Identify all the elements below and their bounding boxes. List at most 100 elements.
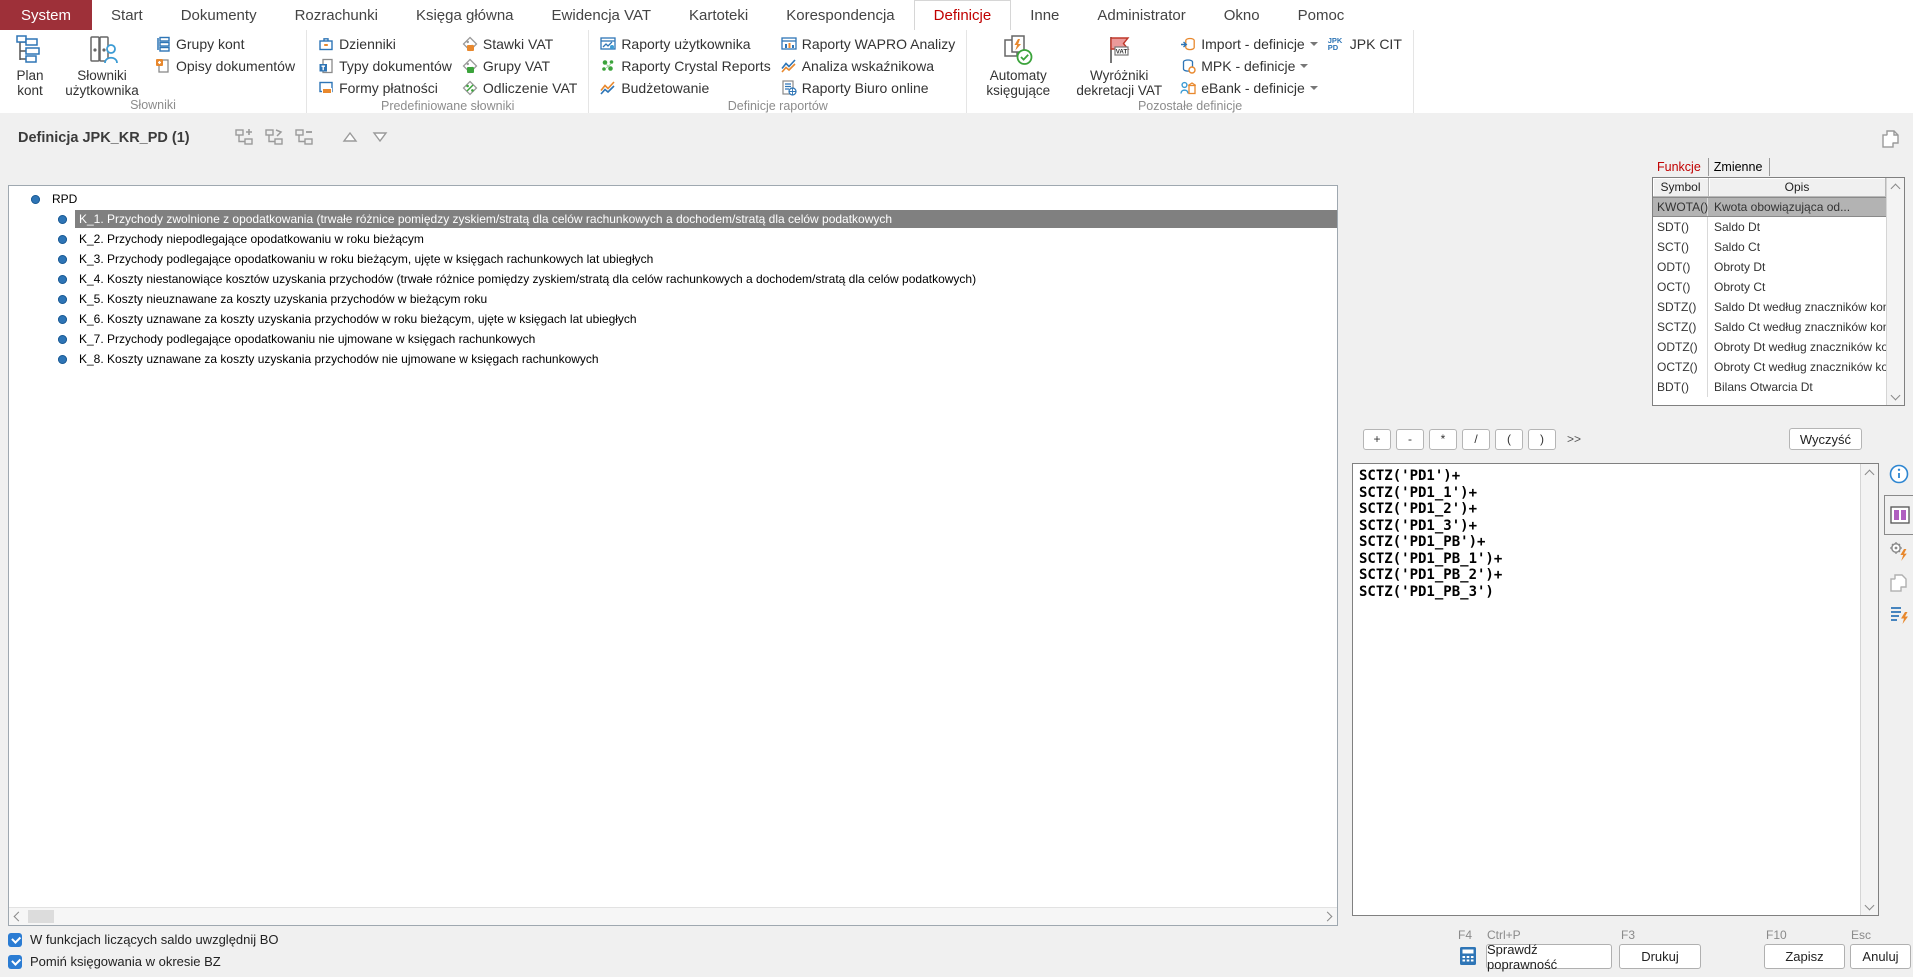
scroll-right-icon[interactable] <box>1320 908 1337 925</box>
tree-item-k8[interactable]: K_8. Koszty uznawane za koszty uzyskania… <box>9 349 1337 369</box>
operator-divide-button[interactable]: / <box>1462 429 1490 450</box>
tab-zmienne[interactable]: Zmienne <box>1709 158 1771 176</box>
ribbon-group-label: Definicje raportów <box>595 99 960 114</box>
tree-item-k7[interactable]: K_7. Przychody podlegające opodatkowaniu… <box>9 329 1337 349</box>
function-row-sdtz[interactable]: SDTZ() Saldo Dt według znaczników kont <box>1653 297 1886 317</box>
function-row-sct[interactable]: SCT() Saldo Ct <box>1653 237 1886 257</box>
tree-horizontal-scrollbar[interactable] <box>9 907 1337 925</box>
tab-dokumenty[interactable]: Dokumenty <box>162 0 276 30</box>
checkbox-uwzglednij-bo[interactable] <box>8 933 22 947</box>
stawki-vat-button[interactable]: Stawki VAT <box>462 33 577 55</box>
analiza-wskaznikowa-button[interactable]: Analiza wskaźnikowa <box>781 55 956 77</box>
function-row-sctz[interactable]: SCTZ() Saldo Ct według znaczników kont <box>1653 317 1886 337</box>
function-row-odt[interactable]: ODT() Obroty Dt <box>1653 257 1886 277</box>
dzienniki-button[interactable]: Dzienniki <box>318 33 452 55</box>
delete-node-button[interactable] <box>294 127 314 147</box>
scroll-left-icon[interactable] <box>9 908 26 925</box>
tree-item-k6[interactable]: K_6. Koszty uznawane za koszty uzyskania… <box>9 309 1337 329</box>
checkbox-label: Pomiń księgowania w okresie BZ <box>30 954 221 969</box>
automaty-ksiegujace-button[interactable]: Automaty księgujące <box>977 34 1059 98</box>
print-button[interactable]: Drukuj <box>1619 944 1701 969</box>
calculator-button[interactable] <box>1458 946 1478 966</box>
move-down-button[interactable] <box>370 127 390 147</box>
function-row-octz[interactable]: OCTZ() Obroty Ct według znaczników kont <box>1653 357 1886 377</box>
column-opis[interactable]: Opis <box>1709 178 1886 197</box>
odliczenie-vat-button[interactable]: Odliczenie VAT <box>462 77 577 99</box>
function-row-oct[interactable]: OCT() Obroty Ct <box>1653 277 1886 297</box>
mpk-definicje-button[interactable]: MPK - definicje <box>1180 55 1318 77</box>
tab-administrator[interactable]: Administrator <box>1078 0 1204 30</box>
typy-dokumentow-button[interactable]: Typy dokumentów <box>318 55 452 77</box>
column-symbol[interactable]: Symbol <box>1653 178 1709 197</box>
raporty-crystal-button[interactable]: Raporty Crystal Reports <box>600 55 770 77</box>
tab-definicje[interactable]: Definicje <box>914 0 1012 30</box>
function-row-bdt[interactable]: BDT() Bilans Otwarcia Dt <box>1653 377 1886 397</box>
import-definicje-button[interactable]: Import - definicje <box>1180 33 1318 55</box>
formy-platnosci-button[interactable]: Formy płatności <box>318 77 452 99</box>
opisy-dokumentow-button[interactable]: Opisy dokumentów <box>155 55 295 77</box>
tab-inne[interactable]: Inne <box>1011 0 1078 30</box>
tab-pomoc[interactable]: Pomoc <box>1279 0 1364 30</box>
scroll-up-icon[interactable] <box>1887 178 1904 195</box>
tab-ewidencja-vat[interactable]: Ewidencja VAT <box>533 0 671 30</box>
tab-kartoteki[interactable]: Kartoteki <box>670 0 767 30</box>
more-operators-button[interactable]: >> <box>1567 432 1581 446</box>
change-node-button[interactable] <box>264 127 284 147</box>
tab-funkcje[interactable]: Funkcje <box>1652 158 1709 176</box>
operator-multiply-button[interactable]: * <box>1429 429 1457 450</box>
checkbox-pomin-bz[interactable] <box>8 955 22 969</box>
plan-kont-button[interactable]: Plan kont <box>10 34 50 98</box>
tab-korespondencja[interactable]: Korespondencja <box>767 0 913 30</box>
cancel-button[interactable]: Anuluj <box>1850 944 1911 969</box>
operator-plus-button[interactable]: + <box>1363 429 1391 450</box>
scroll-up-icon[interactable] <box>1861 464 1878 481</box>
functions-table: Symbol Opis KWOTA() Kwota obowiązująca o… <box>1652 177 1905 406</box>
wyrozniki-dekretacji-vat-button[interactable]: VAT Wyróżniki dekretacji VAT <box>1067 34 1171 98</box>
tree-item-k4[interactable]: K_4. Koszty niestanowiące kosztów uzyska… <box>9 269 1337 289</box>
tree-root[interactable]: RPD <box>9 189 1337 209</box>
scroll-down-icon[interactable] <box>1861 898 1878 915</box>
tree-item-k2[interactable]: K_2. Przychody niepodlegające opodatkowa… <box>9 229 1337 249</box>
grupy-vat-button[interactable]: Grupy VAT <box>462 55 577 77</box>
raporty-biuro-online-button[interactable]: Raporty Biuro online <box>781 77 956 99</box>
jpk-cit-button[interactable]: JPKPD JPK CIT <box>1328 33 1402 55</box>
operator-open-paren-button[interactable]: ( <box>1495 429 1523 450</box>
operator-close-paren-button[interactable]: ) <box>1528 429 1556 450</box>
info-icon[interactable] <box>1888 463 1910 485</box>
tab-system[interactable]: System <box>0 0 92 30</box>
move-up-button[interactable] <box>340 127 360 147</box>
tree-item-k1[interactable]: K_1. Przychody zwolnione z opodatkowania… <box>9 209 1337 229</box>
decree-document-icon[interactable] <box>1888 604 1910 626</box>
tab-ksiega-glowna[interactable]: Księga główna <box>397 0 533 30</box>
expression-scrollbar[interactable] <box>1860 464 1878 915</box>
operator-minus-button[interactable]: - <box>1396 429 1424 450</box>
functions-table-scrollbar[interactable] <box>1886 178 1904 405</box>
function-row-sdt[interactable]: SDT() Saldo Dt <box>1653 217 1886 237</box>
raporty-wapro-analizy-icon <box>781 36 797 52</box>
function-row-odtz[interactable]: ODTZ() Obroty Dt według znaczników kont <box>1653 337 1886 357</box>
copy-pages-icon[interactable] <box>1888 572 1910 594</box>
slowniki-uzytkownika-button[interactable]: Słowniki użytkownika <box>58 34 146 98</box>
scroll-down-icon[interactable] <box>1887 388 1904 405</box>
layout-columns-toggle[interactable] <box>1884 495 1913 535</box>
add-node-button[interactable] <box>234 127 254 147</box>
expression-editor[interactable]: SCTZ('PD1')+ SCTZ('PD1_1')+ SCTZ('PD1_2'… <box>1352 463 1879 916</box>
raporty-wapro-analizy-button[interactable]: Raporty WAPRO Analizy <box>781 33 956 55</box>
clear-button[interactable]: Wyczyść <box>1789 428 1862 450</box>
save-button[interactable]: Zapisz <box>1764 944 1845 969</box>
tab-start[interactable]: Start <box>92 0 162 30</box>
check-validity-button[interactable]: Sprawdź poprawność <box>1486 944 1612 969</box>
tab-rozrachunki[interactable]: Rozrachunki <box>276 0 397 30</box>
grupy-kont-button[interactable]: Grupy kont <box>155 33 295 55</box>
copy-window-icon[interactable] <box>1880 128 1902 150</box>
budzetowanie-button[interactable]: Budżetowanie <box>600 77 770 99</box>
tree-item-k3[interactable]: K_3. Przychody podlegające opodatkowaniu… <box>9 249 1337 269</box>
function-row-kwota[interactable]: KWOTA() Kwota obowiązująca od... <box>1653 197 1886 217</box>
tree-item-k5[interactable]: K_5. Koszty nieuznawane za koszty uzyska… <box>9 289 1337 309</box>
budzetowanie-label: Budżetowanie <box>621 80 709 96</box>
ebank-definicje-button[interactable]: eBank - definicje <box>1180 77 1318 99</box>
automation-gears-icon[interactable] <box>1888 540 1910 562</box>
raporty-uzytkownika-button[interactable]: Raporty użytkownika <box>600 33 770 55</box>
tab-okno[interactable]: Okno <box>1205 0 1279 30</box>
scrollbar-thumb[interactable] <box>28 910 54 923</box>
